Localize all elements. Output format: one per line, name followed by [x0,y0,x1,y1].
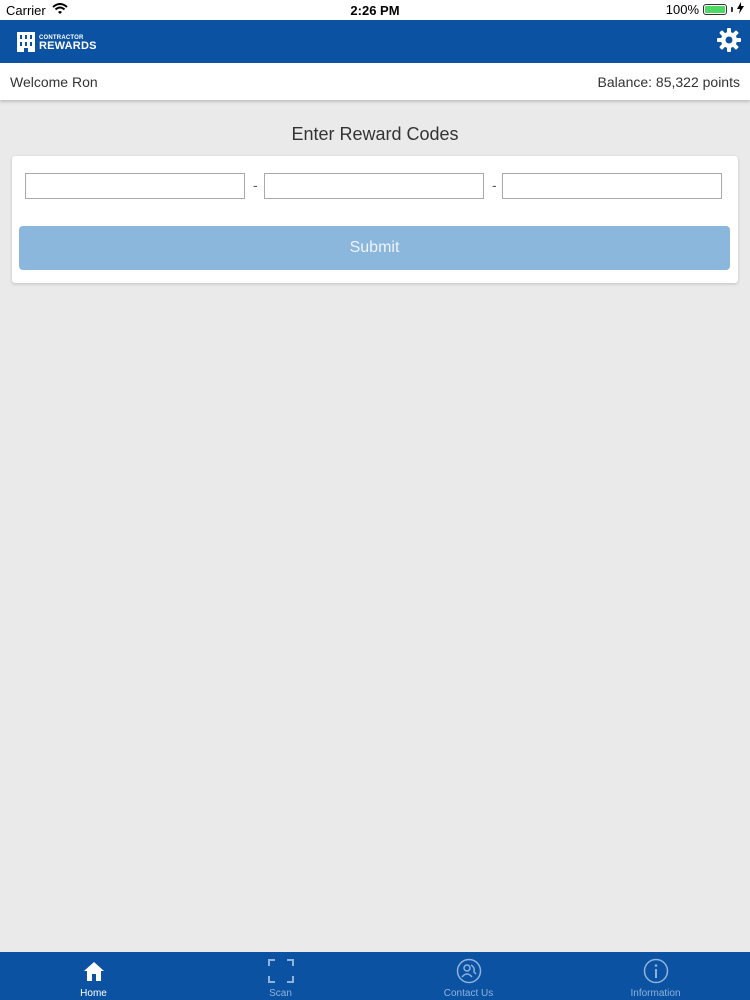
tab-home[interactable]: Home [0,952,187,1000]
welcome-bar: Welcome Ron Balance: 85,322 points [0,63,750,100]
brand-text: CONTRACTOR REWARDS [39,35,97,52]
tab-scan[interactable]: Scan [187,952,374,1000]
submit-button[interactable]: Submit [19,226,730,270]
code-input-3[interactable] [502,173,722,199]
brand-logo: CONTRACTOR REWARDS [16,29,97,58]
tab-contact-us-label: Contact Us [443,988,494,999]
battery-icon [703,4,727,15]
home-icon [81,958,107,984]
brand-bottom-text: REWARDS [39,40,97,52]
tab-home-label: Home [80,988,107,999]
contact-icon [456,958,482,984]
welcome-text: Welcome Ron [10,74,98,90]
status-bar: Carrier 2:26 PM 100% [0,0,750,20]
status-time: 2:26 PM [350,3,400,18]
info-icon [643,958,669,984]
tab-information[interactable]: Information [562,952,749,1000]
settings-button[interactable] [714,27,744,57]
reward-code-card: - - Submit [12,156,738,283]
battery-percent: 100% [665,2,699,17]
building-icon [16,29,36,58]
status-right: 100% [666,2,744,17]
page-title: Enter Reward Codes [291,124,459,144]
tab-bar: Home Scan Contact Us Information [0,952,750,1000]
tab-scan-label: Scan [269,988,292,999]
battery-cap [731,7,733,12]
code-separator-2: - [492,177,497,193]
tab-information-label: Information [630,988,681,999]
app-header: CONTRACTOR REWARDS [0,20,750,63]
balance-text: Balance: 85,322 points [597,74,740,90]
charging-icon [737,2,744,17]
code-input-1[interactable] [25,173,245,199]
tab-contact-us[interactable]: Contact Us [375,952,562,1000]
code-input-2[interactable] [264,173,484,199]
scan-icon [267,958,294,984]
code-separator-1: - [253,177,258,193]
gear-icon [716,27,742,58]
